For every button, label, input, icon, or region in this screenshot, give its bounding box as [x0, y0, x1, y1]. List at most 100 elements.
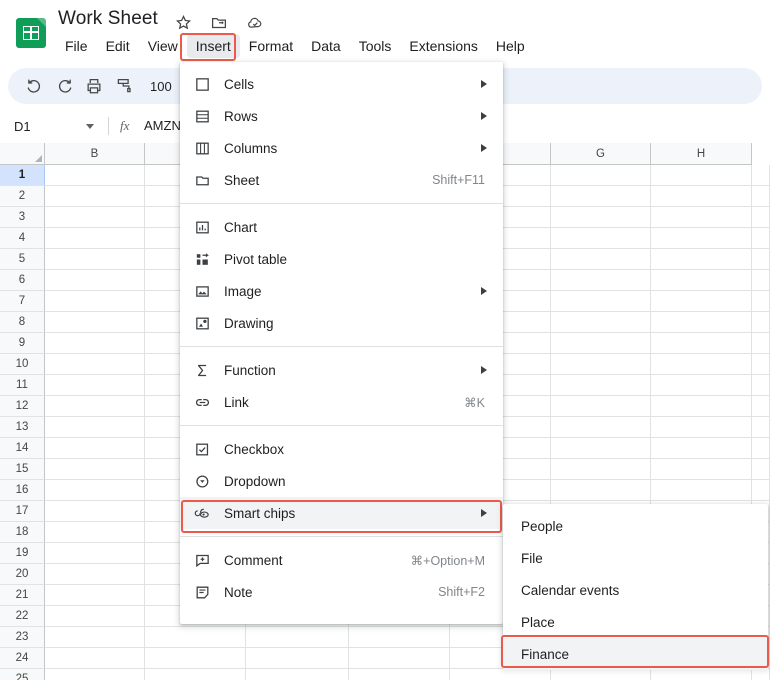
column-header-B[interactable]: B	[45, 143, 145, 165]
grid-cell[interactable]	[450, 669, 551, 680]
menu-insert[interactable]: Insert	[186, 34, 240, 58]
row-header-7[interactable]: 7	[0, 291, 45, 312]
grid-cell[interactable]	[551, 480, 651, 501]
grid-cell[interactable]	[752, 207, 770, 228]
row-header-15[interactable]: 15	[0, 459, 45, 480]
row-header-19[interactable]: 19	[0, 543, 45, 564]
row-header-14[interactable]: 14	[0, 438, 45, 459]
grid-cell[interactable]	[45, 312, 145, 333]
row-header-9[interactable]: 9	[0, 333, 45, 354]
print-icon[interactable]	[80, 72, 108, 100]
grid-cell[interactable]	[145, 627, 246, 648]
paint-format-icon[interactable]	[110, 72, 138, 100]
grid-cell[interactable]	[45, 669, 145, 680]
submenu-item-finance[interactable]: Finance	[503, 638, 768, 670]
grid-cell[interactable]	[45, 438, 145, 459]
select-all-corner[interactable]	[0, 143, 45, 165]
grid-cell[interactable]	[551, 270, 651, 291]
grid-cell[interactable]	[45, 186, 145, 207]
row-header-21[interactable]: 21	[0, 585, 45, 606]
menu-tools[interactable]: Tools	[350, 34, 401, 58]
menu-edit[interactable]: Edit	[97, 34, 139, 58]
grid-cell[interactable]	[349, 669, 450, 680]
submenu-item-calendar-events[interactable]: Calendar events	[503, 574, 768, 606]
grid-cell[interactable]	[651, 417, 752, 438]
grid-cell[interactable]	[651, 354, 752, 375]
grid-cell[interactable]	[45, 375, 145, 396]
submenu-item-file[interactable]: File	[503, 542, 768, 574]
grid-cell[interactable]	[349, 648, 450, 669]
row-header-1[interactable]: 1	[0, 165, 45, 186]
grid-cell[interactable]	[45, 564, 145, 585]
grid-cell[interactable]	[752, 438, 770, 459]
submenu-item-place[interactable]: Place	[503, 606, 768, 638]
grid-cell[interactable]	[45, 648, 145, 669]
menu-item-comment[interactable]: Comment ⌘+Option+M	[180, 544, 503, 576]
menu-item-pivot-table[interactable]: Pivot table	[180, 243, 503, 275]
grid-cell[interactable]	[651, 228, 752, 249]
menu-item-link[interactable]: Link ⌘K	[180, 386, 503, 418]
grid-cell[interactable]	[45, 207, 145, 228]
menu-help[interactable]: Help	[487, 34, 534, 58]
page-title[interactable]: Work Sheet	[58, 8, 158, 30]
grid-cell[interactable]	[551, 354, 651, 375]
row-header-5[interactable]: 5	[0, 249, 45, 270]
row-header-20[interactable]: 20	[0, 564, 45, 585]
column-header-H[interactable]: H	[651, 143, 752, 165]
row-header-6[interactable]: 6	[0, 270, 45, 291]
redo-icon[interactable]	[50, 72, 78, 100]
grid-cell[interactable]	[45, 543, 145, 564]
menu-item-columns[interactable]: Columns	[180, 132, 503, 164]
menu-item-smart-chips[interactable]: Smart chips	[180, 497, 503, 529]
grid-cell[interactable]	[246, 648, 349, 669]
grid-cell[interactable]	[752, 669, 770, 680]
grid-cell[interactable]	[651, 669, 752, 680]
grid-cell[interactable]	[45, 417, 145, 438]
row-header-17[interactable]: 17	[0, 501, 45, 522]
grid-cell[interactable]	[752, 333, 770, 354]
row-header-12[interactable]: 12	[0, 396, 45, 417]
grid-cell[interactable]	[752, 186, 770, 207]
grid-cell[interactable]	[45, 396, 145, 417]
grid-cell[interactable]	[752, 291, 770, 312]
grid-cell[interactable]	[551, 291, 651, 312]
row-header-10[interactable]: 10	[0, 354, 45, 375]
grid-cell[interactable]	[45, 228, 145, 249]
grid-cell[interactable]	[651, 396, 752, 417]
star-icon[interactable]	[172, 11, 194, 33]
row-header-16[interactable]: 16	[0, 480, 45, 501]
formula-input[interactable]: AMZN	[144, 118, 181, 133]
menu-item-rows[interactable]: Rows	[180, 100, 503, 132]
row-header-18[interactable]: 18	[0, 522, 45, 543]
cloud-saved-icon[interactable]	[244, 11, 266, 33]
grid-cell[interactable]	[349, 627, 450, 648]
row-header-13[interactable]: 13	[0, 417, 45, 438]
grid-cell[interactable]	[45, 480, 145, 501]
grid-cell[interactable]	[45, 522, 145, 543]
grid-cell[interactable]	[551, 312, 651, 333]
menu-data[interactable]: Data	[302, 34, 350, 58]
chevron-down-icon[interactable]	[86, 123, 94, 129]
grid-cell[interactable]	[551, 186, 651, 207]
row-header-23[interactable]: 23	[0, 627, 45, 648]
grid-cell[interactable]	[651, 207, 752, 228]
grid-cell[interactable]	[551, 417, 651, 438]
row-header-24[interactable]: 24	[0, 648, 45, 669]
grid-cell[interactable]	[752, 228, 770, 249]
row-header-2[interactable]: 2	[0, 186, 45, 207]
grid-cell[interactable]	[551, 228, 651, 249]
submenu-item-people[interactable]: People	[503, 510, 768, 542]
grid-cell[interactable]	[551, 459, 651, 480]
smart-chips-submenu[interactable]: People File Calendar events Place Finance	[503, 504, 768, 670]
row-header-11[interactable]: 11	[0, 375, 45, 396]
grid-cell[interactable]	[651, 165, 752, 186]
menu-view[interactable]: View	[139, 34, 187, 58]
grid-cell[interactable]	[551, 249, 651, 270]
grid-cell[interactable]	[45, 459, 145, 480]
grid-cell[interactable]	[752, 417, 770, 438]
menu-item-sheet[interactable]: Sheet Shift+F11	[180, 164, 503, 196]
menu-item-checkbox[interactable]: Checkbox	[180, 433, 503, 465]
zoom-level-input[interactable]: 100	[144, 79, 178, 94]
grid-cell[interactable]	[45, 165, 145, 186]
grid-cell[interactable]	[45, 627, 145, 648]
